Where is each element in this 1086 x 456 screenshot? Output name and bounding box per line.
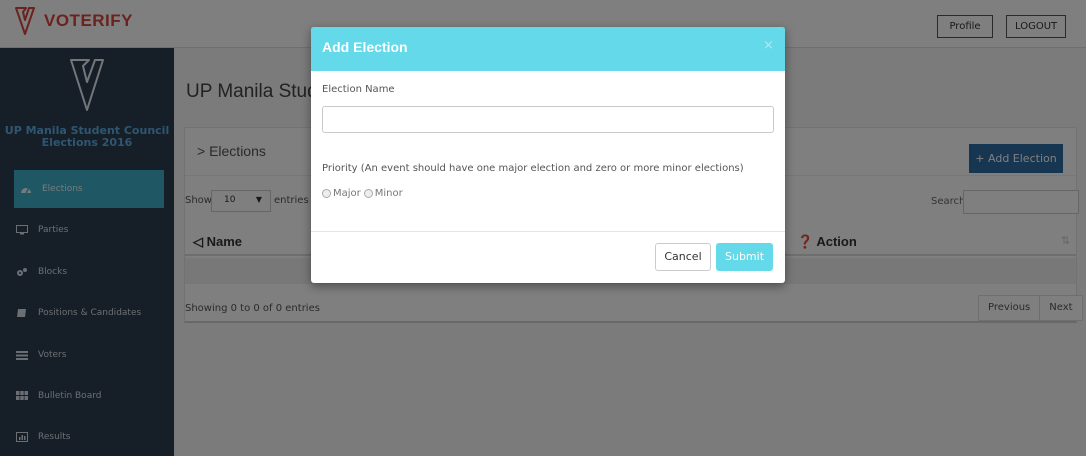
modal-title: Add Election bbox=[322, 39, 408, 55]
major-radio[interactable] bbox=[322, 189, 331, 198]
modal-header: Add Election × bbox=[311, 27, 785, 71]
close-icon[interactable]: × bbox=[763, 38, 774, 53]
modal-footer-divider bbox=[311, 231, 785, 232]
submit-button[interactable]: Submit bbox=[716, 243, 773, 271]
major-radio-label: Major bbox=[333, 188, 361, 199]
add-election-modal: Add Election × Election Name Priority (A… bbox=[311, 27, 785, 283]
minor-radio-label: Minor bbox=[374, 188, 403, 199]
priority-label: Priority (An event should have one major… bbox=[322, 163, 744, 174]
cancel-button[interactable]: Cancel bbox=[655, 243, 711, 271]
priority-options: Major Minor bbox=[322, 188, 403, 199]
minor-radio[interactable] bbox=[363, 189, 373, 198]
election-name-input[interactable] bbox=[322, 106, 774, 133]
election-name-label: Election Name bbox=[322, 84, 395, 95]
